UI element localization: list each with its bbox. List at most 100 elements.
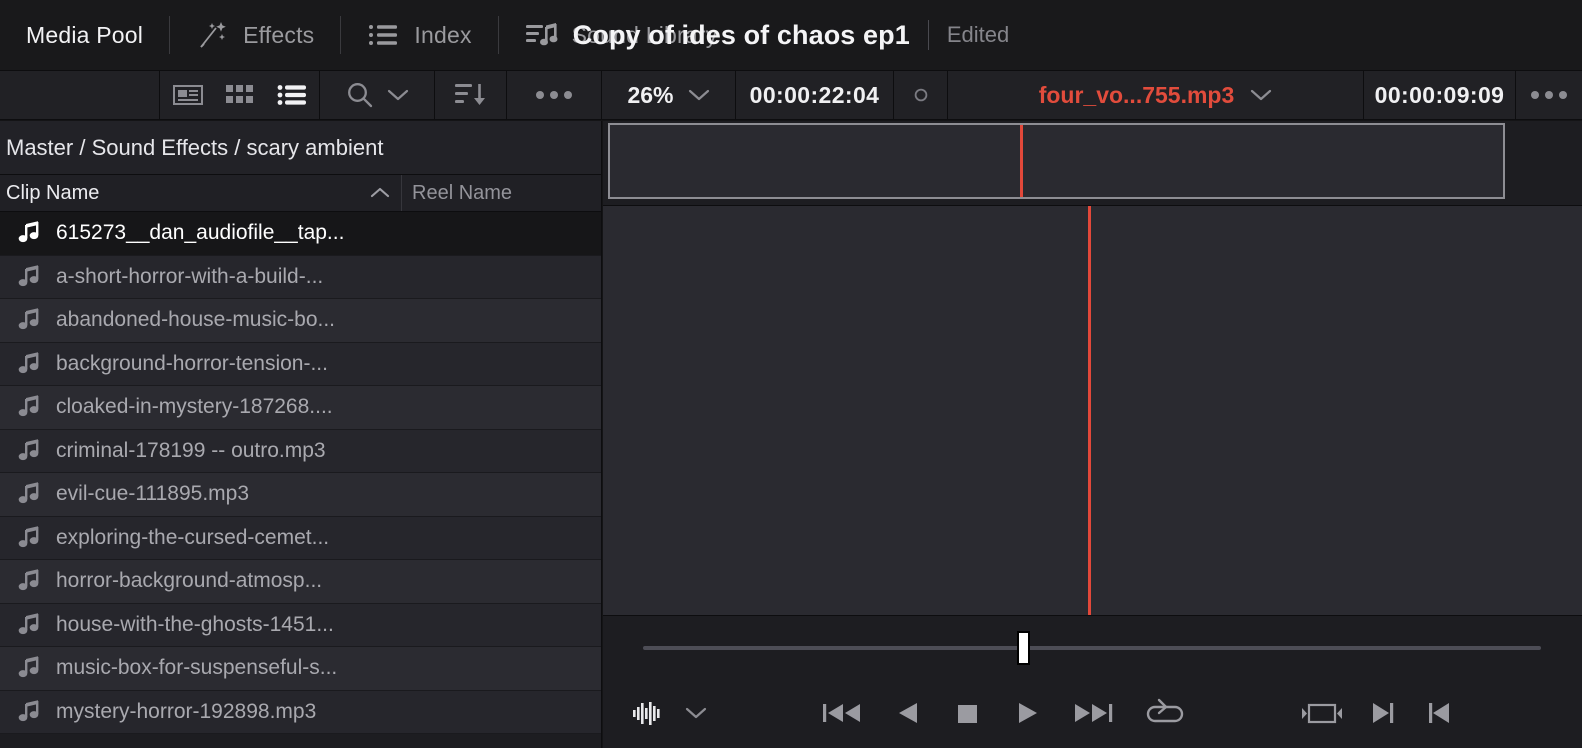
sound-library-icon (525, 20, 559, 50)
column-header-clip-name[interactable]: Clip Name (0, 175, 402, 211)
jump-to-start-button[interactable] (821, 698, 863, 728)
timecode-left-display[interactable]: 00:00:22:04 (736, 71, 894, 119)
tab-media-pool[interactable]: Media Pool (0, 0, 169, 70)
column-header-row: Clip Name Reel Name (0, 175, 601, 212)
music-note-icon (16, 568, 42, 594)
column-header-clip-name-label: Clip Name (6, 181, 100, 204)
toolbar-spacer (0, 71, 160, 119)
clip-name-label: 615273__dan_audiofile__tap... (56, 221, 345, 245)
column-header-reel-name[interactable]: Reel Name (402, 175, 601, 211)
thumbnail-view-icon[interactable] (214, 71, 266, 119)
mark-in-button[interactable] (1425, 698, 1453, 728)
table-row[interactable]: a-short-horror-with-a-build-... (0, 255, 601, 299)
table-row[interactable]: house-with-the-ghosts-1451... (0, 603, 601, 647)
sort-ascending-icon[interactable] (369, 186, 391, 200)
canvas-playhead[interactable] (1088, 206, 1091, 615)
tab-effects-label: Effects (243, 21, 315, 48)
timecode-right-display[interactable]: 00:00:09:09 (1364, 71, 1516, 119)
table-row[interactable]: background-horror-tension-... (0, 342, 601, 386)
tab-sound-library[interactable]: Sound Library (499, 0, 744, 70)
viewer-panel (603, 121, 1582, 748)
table-row[interactable]: abandoned-house-music-bo... (0, 299, 601, 343)
viewer-more-options-icon[interactable] (1516, 71, 1582, 119)
clip-name-label: exploring-the-cursed-cemet... (56, 525, 330, 549)
viewer-canvas[interactable] (603, 205, 1582, 616)
table-row[interactable]: criminal-178199 -- outro.mp3 (0, 429, 601, 473)
jump-to-end-button[interactable] (1073, 698, 1115, 728)
table-row[interactable]: mystery-horror-192898.mp3 (0, 690, 601, 734)
music-note-icon (16, 351, 42, 377)
music-note-icon (16, 220, 42, 246)
clip-name-label: horror-background-atmosp... (56, 569, 323, 593)
top-title-bar: Media Pool Effects Index Sound Library (0, 0, 1582, 70)
clip-name-label: mystery-horror-192898.mp3 (56, 699, 317, 723)
ruler-playhead[interactable] (1020, 125, 1023, 197)
clip-name-label: abandoned-house-music-bo... (56, 308, 336, 332)
music-note-icon (16, 307, 42, 333)
scrubber-track[interactable] (643, 646, 1541, 650)
zoom-level-value: 26% (627, 81, 674, 108)
clip-name-label: criminal-178199 -- outro.mp3 (56, 438, 326, 462)
music-note-icon (16, 481, 42, 507)
search-chevron-down-icon[interactable] (387, 88, 409, 102)
search-group[interactable] (320, 71, 435, 119)
zoom-level-selector[interactable]: 26% (602, 71, 736, 119)
music-note-icon (16, 525, 42, 551)
sort-descending-icon[interactable] (435, 71, 507, 119)
table-row[interactable]: cloaked-in-mystery-187268.... (0, 386, 601, 430)
audio-waveform-icon[interactable] (631, 698, 667, 728)
waveform-chevron-down-icon[interactable] (685, 706, 707, 720)
view-mode-group (160, 71, 320, 119)
loop-button[interactable] (1145, 697, 1185, 729)
timecode-left-value: 00:00:22:04 (749, 81, 880, 108)
clip-name-label: cloaked-in-mystery-187268.... (56, 395, 333, 419)
music-note-icon (16, 264, 42, 290)
table-row[interactable]: horror-background-atmosp... (0, 560, 601, 604)
music-note-icon (16, 699, 42, 725)
clip-name-label: background-horror-tension-... (56, 351, 328, 375)
table-row[interactable]: evil-cue-111895.mp3 (0, 473, 601, 517)
play-reverse-button[interactable] (895, 698, 921, 728)
transport-controls (603, 677, 1582, 748)
tab-effects[interactable]: Effects (170, 0, 340, 70)
table-row[interactable]: exploring-the-cursed-cemet... (0, 516, 601, 560)
tab-index-label: Index (414, 21, 472, 48)
mark-out-button[interactable] (1369, 698, 1397, 728)
record-circle-icon[interactable] (894, 71, 948, 119)
clip-name-label: house-with-the-ghosts-1451... (56, 612, 334, 636)
metadata-view-icon[interactable] (162, 71, 214, 119)
current-clip-name: four_vo...755.mp3 (1038, 81, 1235, 108)
in-out-range-button[interactable] (1301, 698, 1343, 728)
search-icon[interactable] (345, 80, 375, 110)
clip-chevron-down-icon[interactable] (1250, 88, 1272, 102)
column-header-reel-name-label: Reel Name (412, 181, 513, 204)
table-row[interactable]: music-box-for-suspenseful-s... (0, 647, 601, 691)
breadcrumb-path: Master / Sound Effects / scary ambient (6, 134, 384, 160)
media-pool-panel: Master / Sound Effects / scary ambient C… (0, 121, 602, 748)
tab-index[interactable]: Index (341, 0, 497, 70)
magic-wand-icon (196, 20, 230, 50)
tab-sound-library-label: Sound Library (571, 21, 718, 48)
clip-name-label: music-box-for-suspenseful-s... (56, 656, 338, 680)
play-button[interactable] (1015, 698, 1041, 728)
media-pool-toolbar: 26% 00:00:22:04 four_vo...755.mp3 00:00:… (0, 70, 1582, 120)
clip-list: 615273__dan_audiofile__tap... a-short-ho… (0, 212, 601, 734)
current-clip-selector[interactable]: four_vo...755.mp3 (948, 71, 1364, 119)
table-row[interactable]: 615273__dan_audiofile__tap... (0, 212, 601, 256)
timeline-ruler[interactable] (608, 123, 1505, 199)
scrubber-handle[interactable] (1017, 631, 1030, 665)
zoom-chevron-down-icon[interactable] (688, 88, 710, 102)
breadcrumb[interactable]: Master / Sound Effects / scary ambient (0, 121, 601, 175)
music-note-icon (16, 394, 42, 420)
music-note-icon (16, 438, 42, 464)
clip-name-label: evil-cue-111895.mp3 (56, 482, 249, 506)
list-view-icon[interactable] (266, 71, 318, 119)
stop-button[interactable] (955, 698, 981, 728)
music-note-icon (16, 612, 42, 638)
music-note-icon (16, 655, 42, 681)
scrubber-bar[interactable] (603, 617, 1582, 677)
timecode-right-value: 00:00:09:09 (1374, 81, 1505, 108)
list-index-icon (367, 20, 401, 50)
more-options-icon[interactable] (507, 71, 602, 119)
clip-name-label: a-short-horror-with-a-build-... (56, 264, 324, 288)
